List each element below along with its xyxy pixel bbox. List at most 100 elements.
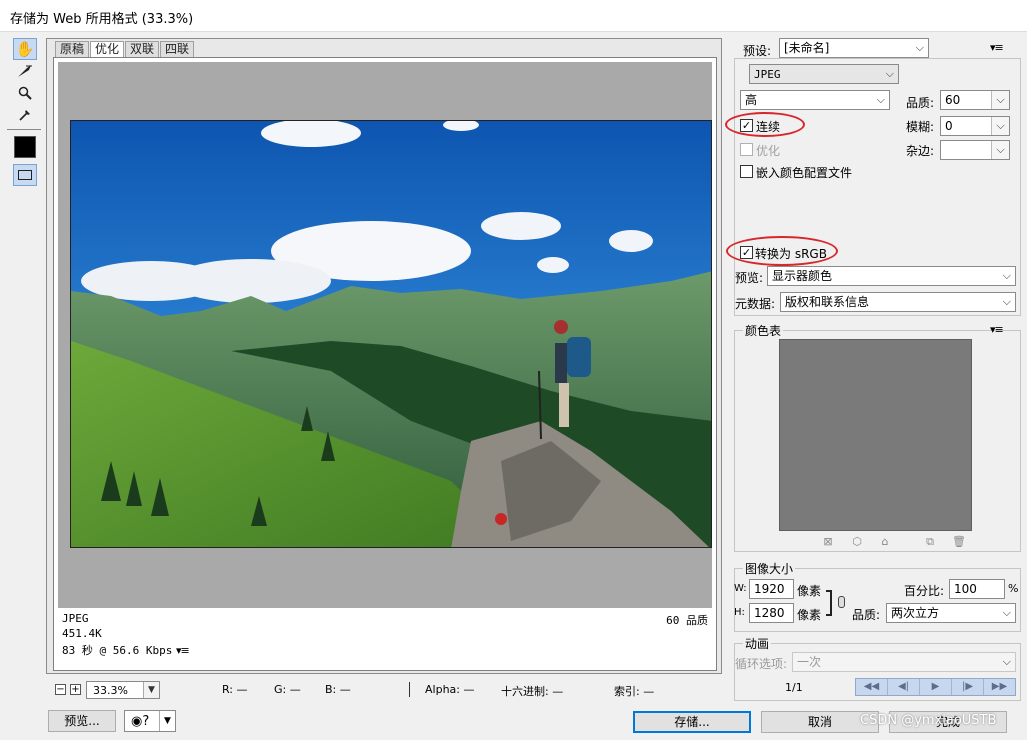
preview-download-time: 83 秒 @ 56.6 Kbps [62,644,173,657]
percent-input[interactable]: 100 [949,579,1005,599]
new-color-icon[interactable]: ⧉ [924,536,936,548]
compression-select[interactable]: 高 ⌵ [740,90,890,110]
height-label: H: [734,607,745,618]
preview-button[interactable]: 预览... [48,710,116,732]
loop-label: 循环选项: [735,657,788,671]
height-value: 1280 [754,606,785,620]
preset-label: 预设: [743,44,772,58]
color-table-swatch-area[interactable] [779,339,972,531]
percent-label: 百分比: [904,584,945,598]
green-readout: G: — [274,683,301,696]
width-label: W: [734,583,747,594]
loop-select[interactable]: 一次 ⌵ [792,652,1016,672]
download-speed-menu-icon[interactable]: ▾≡ [176,644,190,657]
format-select[interactable]: JPEG ⌵ [749,64,899,84]
optimize-menu-icon[interactable]: ▾≡ [990,41,1004,54]
blur-input[interactable]: 0 ⌵ [940,116,1010,136]
eyedropper-color-swatch[interactable] [14,136,36,158]
next-frame-icon[interactable]: |▶ [952,679,984,695]
preview-file-size: 451.4K [62,627,102,640]
tab-original[interactable]: 原稿 [55,41,90,57]
hand-icon[interactable]: ✋ [13,38,37,60]
preset-select[interactable]: [未命名] ⌵ [779,38,929,58]
play-icon[interactable]: ▶ [920,679,952,695]
first-frame-icon[interactable]: ◀◀ [856,679,888,695]
preview-mode-select[interactable]: 显示器颜色 ⌵ [767,266,1016,286]
optimized-label: 优化 [756,144,781,158]
index-readout: 索引: — [614,685,655,698]
chevron-down-icon: ⌵ [1002,606,1011,619]
chevron-down-icon: ⌵ [876,93,885,106]
blue-readout: B: — [325,683,351,696]
color-table-title: 颜色表 [743,322,784,339]
tab-optimized[interactable]: 优化 [90,41,125,57]
width-unit: 像素 [797,584,822,598]
watermark: CSDN @ymxiaoUSTB [860,713,997,728]
matte-select[interactable]: ⌵ [940,140,1010,160]
trash-icon[interactable]: 🗑 [952,536,966,548]
chevron-down-icon[interactable]: ⌵ [991,141,1009,159]
chevron-down-icon: ⌵ [915,41,924,54]
frame-counter: 1/1 [785,681,803,694]
zoom-level-select[interactable]: 33.3% ▼ [86,681,160,699]
embed-profile-label: 嵌入颜色配置文件 [756,166,853,180]
animation-title: 动画 [743,635,772,652]
title-bar: 存储为 Web 所用格式 (33.3%) [0,0,1027,32]
height-unit: 像素 [797,608,822,622]
preview-canvas[interactable] [58,62,712,608]
quality-value: 60 [945,93,961,107]
embed-profile-checkbox[interactable] [740,165,753,178]
constrain-proportions-icon[interactable] [838,596,845,608]
blur-value: 0 [945,119,953,133]
toggle-slices-icon[interactable] [13,164,37,186]
optimized-checkbox[interactable] [740,143,753,156]
web-snap-icon[interactable]: ⬡ [851,536,863,548]
compression-value: 高 [745,93,758,107]
tab-4-up[interactable]: 四联 [160,41,195,57]
preview-workarea: 原稿 优化 双联 四联 JPEG 451.4K 83 秒 @ 56.6 Kbps… [46,38,722,674]
quality-input[interactable]: 60 ⌵ [940,90,1010,110]
preview-mode-value: 显示器颜色 [772,269,833,283]
resample-value: 两次立方 [891,606,940,620]
chevron-down-icon[interactable]: ⌵ [991,117,1009,135]
metadata-select[interactable]: 版权和联系信息 ⌵ [780,292,1016,312]
hex-readout: 十六进制: — [501,685,564,698]
tab-2-up[interactable]: 双联 [125,41,160,57]
zoom-level-value: 33.3% [93,684,128,697]
chevron-down-icon: ▼ [143,682,159,698]
zoom-icon[interactable] [13,82,37,104]
resample-label: 品质: [852,608,881,622]
map-transparent-icon[interactable]: ⊠ [822,536,834,548]
metadata-label: 元数据: [735,297,776,311]
height-input[interactable]: 1280 [749,603,794,623]
status-divider [409,682,410,697]
annotation-oval-srgb [726,236,838,266]
chevron-down-icon: ⌵ [1002,269,1011,282]
slice-select-icon[interactable] [13,60,37,82]
save-button[interactable]: 存储... [633,711,751,733]
last-frame-icon[interactable]: ▶▶ [984,679,1015,695]
tool-palette: ✋ [5,36,43,676]
lock-color-icon[interactable]: ⌂ [879,536,891,548]
browser-preview-select[interactable]: ◉? ▼ [124,710,176,732]
chevron-down-icon[interactable]: ⌵ [991,91,1009,109]
matte-label: 杂边: [906,144,935,158]
annotation-oval-progressive [725,112,805,137]
width-input[interactable]: 1920 [749,579,794,599]
status-bar: − + 33.3% ▼ R: — G: — B: — Alpha: — 十六进制… [46,680,722,700]
chevron-down-icon: ▼ [159,711,175,731]
zoom-in-button[interactable]: + [70,684,81,695]
image-size-title: 图像大小 [743,560,796,577]
chevron-down-icon: ⌵ [1002,295,1011,308]
link-bracket [826,590,832,616]
color-table-menu-icon[interactable]: ▾≡ [990,323,1004,336]
resample-select[interactable]: 两次立方 ⌵ [886,603,1016,623]
preview-frame: JPEG 451.4K 83 秒 @ 56.6 Kbps ▾≡ 60 品质 [53,57,717,671]
zoom-out-button[interactable]: − [55,684,66,695]
animation-controls: ◀◀ ◀| ▶ |▶ ▶▶ [855,678,1016,696]
preview-image [70,120,712,548]
eyedropper-icon[interactable] [13,104,37,126]
preview-quality: 60 品质 [666,614,708,627]
previous-frame-icon[interactable]: ◀| [888,679,920,695]
percent-unit: % [1008,582,1019,595]
